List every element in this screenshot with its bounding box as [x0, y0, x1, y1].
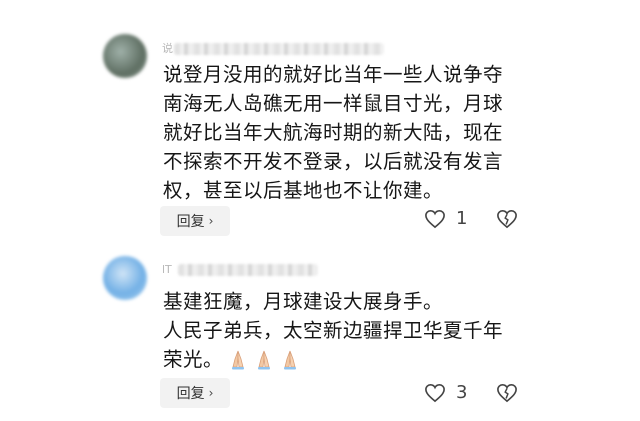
praying-hands-icon	[258, 350, 271, 370]
reply-button[interactable]: 回复 ›	[160, 206, 230, 236]
broken-heart-icon	[497, 209, 517, 229]
like-count: 3	[456, 382, 468, 403]
reply-button[interactable]: 回复 ›	[160, 378, 230, 408]
praying-hands-icon	[284, 350, 297, 370]
username-fragment: 说	[162, 42, 173, 55]
username-blurred[interactable]	[174, 43, 384, 55]
chevron-right-icon: ›	[208, 214, 214, 228]
like-count: 1	[456, 208, 468, 229]
comment-text-content: 基建狂魔，月球建设大展身手。 人民子弟兵，太空新边疆捍卫华夏千年 荣光。	[163, 290, 504, 371]
comment-text: 基建狂魔，月球建设大展身手。 人民子弟兵，太空新边疆捍卫华夏千年 荣光。	[163, 287, 543, 374]
heart-outline-icon	[425, 209, 445, 228]
reply-label: 回复	[176, 214, 205, 230]
broken-heart-icon	[497, 383, 517, 403]
emoji-group	[227, 348, 301, 370]
chevron-right-icon: ›	[208, 386, 214, 400]
reply-label: 回复	[176, 386, 205, 402]
dislike-button[interactable]	[496, 209, 518, 233]
username-blurred[interactable]	[178, 264, 318, 276]
like-button[interactable]: 3	[424, 382, 467, 403]
praying-hands-icon	[232, 350, 245, 370]
username-fragment: lT	[162, 263, 172, 276]
heart-outline-icon	[425, 383, 445, 402]
dislike-button[interactable]	[496, 383, 518, 407]
like-button[interactable]: 1	[424, 208, 467, 229]
avatar[interactable]	[103, 256, 147, 300]
comment-text: 说登月没用的就好比当年一些人说争夺 南海无人岛礁无用一样鼠目寸光，月球 就好比当…	[163, 63, 504, 202]
avatar[interactable]	[103, 34, 147, 78]
